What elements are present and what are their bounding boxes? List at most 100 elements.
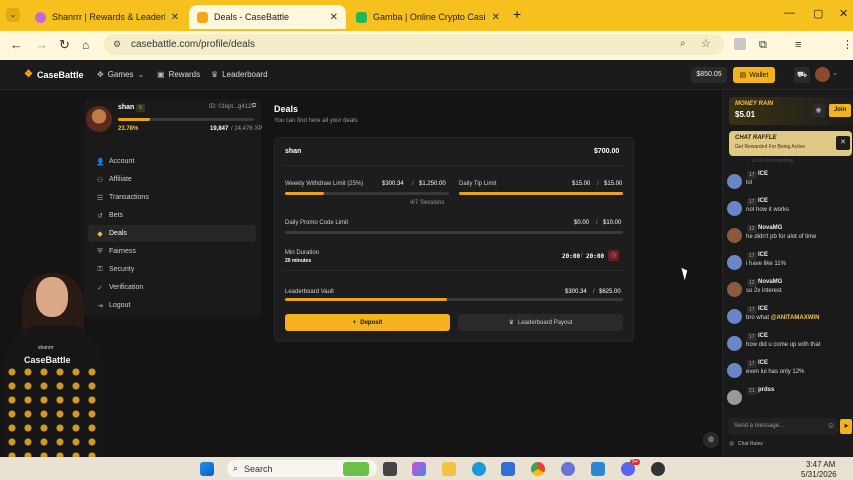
raffle-title: CHAT RAFFLE	[735, 135, 777, 141]
chat-rules-link[interactable]: Chat Rules	[738, 441, 763, 447]
chat-avatar[interactable]	[727, 228, 742, 243]
chain-text: shanrrr	[38, 345, 54, 351]
chat-message: 17 ICE i have like 11%	[727, 252, 837, 276]
chrome-icon[interactable]	[531, 462, 545, 476]
sidebar-item-transactions[interactable]: ☰ Transactions	[88, 189, 256, 206]
sidebar-item-fairness[interactable]: ⛨ Fairness	[88, 243, 256, 260]
extensions-icon[interactable]: ⧉	[759, 38, 767, 52]
level-badge: 9	[136, 104, 145, 112]
deposit-button[interactable]: + Deposit	[285, 314, 450, 331]
chat-username[interactable]: ICE	[758, 171, 768, 177]
bookmark-star-icon[interactable]: ☆	[701, 37, 711, 50]
join-rain-button[interactable]: Join	[829, 104, 851, 117]
emoji-icon[interactable]: ☺	[827, 421, 835, 430]
diamond-icon: ◆	[97, 230, 103, 238]
daily-promo-progress	[285, 231, 623, 234]
sidebar-item-account[interactable]: 👤 Account	[88, 153, 256, 170]
daily-promo-sep: /	[596, 220, 598, 226]
close-tab-icon[interactable]: ✕	[171, 12, 179, 23]
chat-username[interactable]: ICE	[758, 198, 768, 204]
chat-username[interactable]: ICE	[758, 252, 768, 258]
chat-username[interactable]: ICE	[758, 306, 768, 312]
close-window-icon[interactable]: ✕	[839, 7, 848, 20]
tab-list-dropdown-icon[interactable]: ⌄	[6, 8, 20, 22]
nav-leaderboard[interactable]: ♛ Leaderboard	[211, 70, 268, 79]
maximize-icon[interactable]: ▢	[813, 7, 823, 20]
chevron-down-icon[interactable]: ⌄	[832, 69, 838, 77]
reload-icon[interactable]: ↻	[59, 38, 70, 52]
chat-username[interactable]: ICE	[758, 360, 768, 366]
user-avatar[interactable]	[815, 67, 830, 82]
heart-icon	[35, 11, 46, 23]
copilot-icon[interactable]	[412, 462, 426, 476]
nav-rewards[interactable]: ▣ Rewards	[157, 70, 200, 79]
leaderboard-payout-button[interactable]: ♛ Leaderboard Payout	[458, 314, 623, 331]
chat-user-level: 17	[747, 306, 757, 314]
chat-username[interactable]: prdss	[758, 387, 774, 393]
nav-games[interactable]: ✥ Games ⌄	[97, 70, 144, 79]
cart-button[interactable]: ⛟	[794, 67, 810, 83]
chat-rules-icon: ◍	[729, 441, 735, 447]
minimize-icon[interactable]: —	[784, 7, 795, 19]
close-tab-icon[interactable]: ✕	[330, 12, 338, 23]
address-bar[interactable]: ⚙ casebattle.com/profile/deals ⌕ ☆	[104, 34, 724, 55]
reading-list-icon[interactable]: ≡	[795, 38, 801, 52]
weekly-withdraw-max: $1,250.00	[419, 181, 446, 187]
store-icon[interactable]	[501, 462, 515, 476]
chat-avatar[interactable]	[727, 174, 742, 189]
chat-avatar[interactable]	[727, 255, 742, 270]
chat-avatar[interactable]	[727, 282, 742, 297]
sidebar-item-deals[interactable]: ◆ Deals	[88, 225, 256, 242]
security-app-icon[interactable]	[591, 462, 605, 476]
close-raffle-button[interactable]: ✕	[836, 136, 850, 150]
casebattle-logo[interactable]: ❖ CaseBattle	[24, 69, 84, 80]
close-tab-icon[interactable]: ✕	[492, 12, 500, 23]
daily-promo-label: Daily Promo Code Limit	[285, 220, 349, 226]
browser-tab-rewards[interactable]: Shanrrr | Rewards & Leaderboard ✕	[27, 5, 187, 29]
sidebar-item-verification[interactable]: ✓ Verification	[88, 279, 256, 296]
obs-icon[interactable]	[651, 462, 665, 476]
chat-avatar[interactable]	[727, 390, 742, 405]
browser-tab-deals[interactable]: Deals - CaseBattle ✕	[189, 5, 346, 29]
chat-avatar[interactable]	[727, 309, 742, 324]
app-icon[interactable]	[561, 462, 575, 476]
chat-input[interactable]: Send a message... ☺	[728, 418, 838, 435]
zoom-icon[interactable]: ⌕	[680, 38, 686, 49]
sidebar-item-affiliate[interactable]: ⚇ Affiliate	[88, 171, 256, 188]
file-explorer-icon[interactable]	[442, 462, 456, 476]
chat-avatar[interactable]	[727, 336, 742, 351]
deal-name: shan	[285, 148, 302, 155]
browser-menu-icon[interactable]: ⋮	[842, 38, 853, 52]
extension-badge-icon[interactable]	[734, 38, 746, 50]
chat-avatar[interactable]	[727, 201, 742, 216]
chat-username[interactable]: NovaMG	[758, 279, 782, 285]
new-tab-button[interactable]: +	[513, 6, 521, 22]
balance-display[interactable]: $850.05	[691, 67, 727, 83]
chat-user-level: 17	[747, 171, 757, 179]
sidebar-item-security[interactable]: ⚿ Security	[88, 261, 256, 278]
xp-percent: 23.78%	[118, 126, 139, 132]
widgets-icon[interactable]	[343, 462, 369, 476]
chat-message-text: how did u come up with that	[746, 342, 821, 348]
daily-tip-label: Daily Tip Limit	[459, 181, 497, 187]
home-icon[interactable]: ⌂	[82, 38, 89, 52]
sidebar-item-bets[interactable]: ↺ Bets	[88, 207, 256, 224]
forward-icon[interactable]: →	[35, 38, 48, 52]
chat-username[interactable]: NovaMG	[758, 225, 782, 231]
site-info-icon[interactable]: ⚙	[113, 39, 121, 50]
windows-start-icon[interactable]	[200, 462, 214, 476]
copy-id-icon[interactable]: ⧉	[252, 103, 256, 110]
wallet-button[interactable]: ▤ Wallet	[733, 67, 775, 83]
chat-username[interactable]: ICE	[758, 333, 768, 339]
page-subtitle: You can find here all your deals	[274, 118, 358, 124]
vault-sep: /	[593, 289, 595, 295]
edge-icon[interactable]	[472, 462, 486, 476]
send-message-button[interactable]: ➤	[840, 419, 852, 434]
chat-avatar[interactable]	[727, 363, 742, 378]
task-view-icon[interactable]	[383, 462, 397, 476]
chat-toggle-button[interactable]: ◍	[703, 432, 719, 448]
back-icon[interactable]: ←	[10, 38, 23, 52]
sidebar-item-logout[interactable]: ⇥ Logout	[88, 297, 256, 314]
browser-tab-gamba[interactable]: Gamba | Online Crypto Casino ✕	[348, 5, 508, 29]
sidebar-item-label: Bets	[109, 212, 124, 219]
